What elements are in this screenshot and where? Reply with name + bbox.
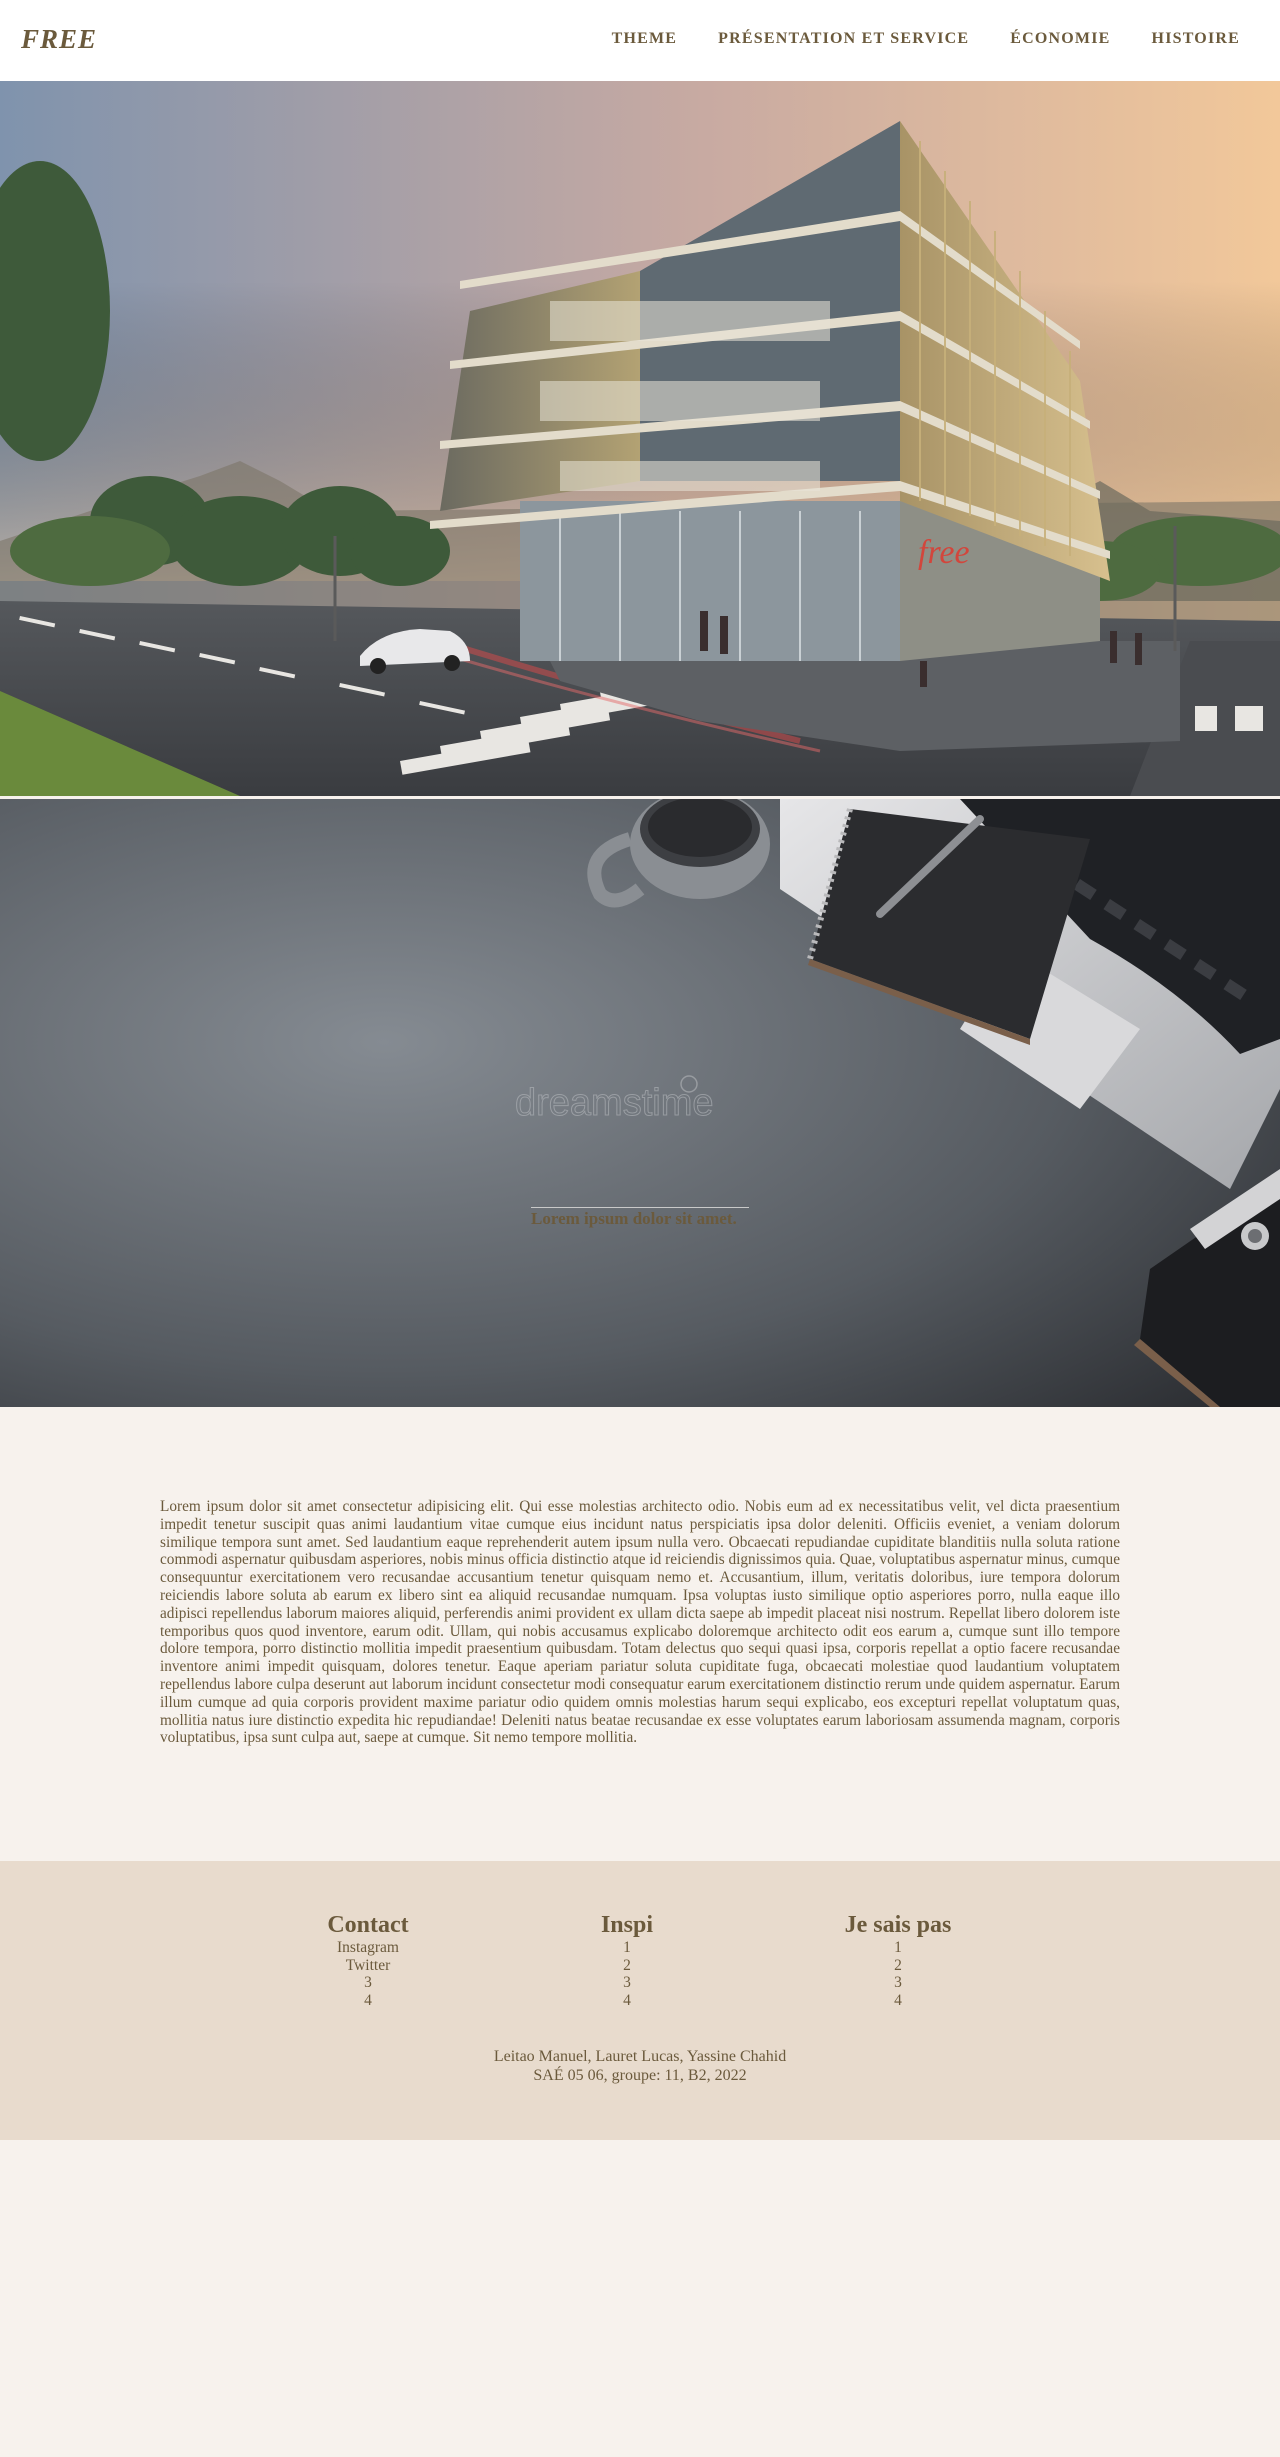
footer-list-item: 2 xyxy=(894,1956,902,1974)
footer-list-item: 2 xyxy=(623,1956,631,1974)
site-footer: Contact Instagram Twitter 3 4 Inspi 1 2 … xyxy=(0,1861,1280,2140)
nav-link-presentation[interactable]: PRÉSENTATION ET SERVICE xyxy=(718,30,969,48)
desk-caption: Lorem ipsum dolor sit amet. xyxy=(531,1209,737,1228)
footer-list: Instagram Twitter 3 4 xyxy=(318,1939,418,2010)
footer-link-twitter[interactable]: Twitter xyxy=(318,1957,418,1975)
footer-list: 1 2 3 4 xyxy=(823,1939,973,2010)
hero-building-image: free xyxy=(0,81,1280,796)
desk-image: dreamstime xyxy=(0,799,1280,1407)
main-nav: THEME PRÉSENTATION ET SERVICE ÉCONOMIE H… xyxy=(612,30,1240,48)
footer-column-title: Contact xyxy=(327,1912,409,1938)
site-logo[interactable]: FREE xyxy=(21,24,97,55)
footer-link-instagram[interactable]: Instagram xyxy=(318,1939,418,1957)
site-header: FREE THEME PRÉSENTATION ET SERVICE ÉCONO… xyxy=(0,0,1280,81)
credits-authors: Leitao Manuel, Lauret Lucas, Yassine Cha… xyxy=(493,2048,787,2065)
footer-list-item: 3 xyxy=(364,1974,372,1992)
nav-link-histoire[interactable]: HISTOIRE xyxy=(1152,30,1240,48)
footer-list-item: 1 xyxy=(894,1939,902,1956)
footer-list-item: 4 xyxy=(623,1992,631,2010)
footer-list-item: 3 xyxy=(623,1974,631,1992)
main-paragraph: Lorem ipsum dolor sit amet consectetur a… xyxy=(160,1498,1120,1747)
storefront-sign: free xyxy=(918,534,970,571)
footer-list-item: 4 xyxy=(364,1992,372,2010)
hero-illustration: free xyxy=(0,81,1280,796)
footer-column-title: Inspi xyxy=(600,1912,654,1938)
footer-column-contact: Contact Instagram Twitter 3 4 xyxy=(318,1911,418,2010)
desk-illustration: dreamstime xyxy=(0,799,1280,1407)
footer-column-title: Je sais pas xyxy=(844,1912,952,1938)
nav-link-theme[interactable]: THEME xyxy=(612,30,678,48)
credits-course: SAÉ 05 06, groupe: 11, B2, 2022 xyxy=(533,2067,747,2084)
footer-column-inspi: Inspi 1 2 3 4 xyxy=(577,1911,677,2010)
watermark-text: dreamstime xyxy=(515,1082,714,1124)
footer-list-item: 3 xyxy=(894,1974,902,1992)
footer-column-je-sais-pas: Je sais pas 1 2 3 4 xyxy=(823,1911,973,2010)
footer-list: 1 2 3 4 xyxy=(577,1939,677,2010)
nav-link-economie[interactable]: ÉCONOMIE xyxy=(1010,30,1110,48)
footer-credits: Leitao Manuel, Lauret Lucas, Yassine Cha… xyxy=(0,2047,1280,2085)
footer-list-item: 1 xyxy=(623,1939,631,1956)
footer-list-item: 4 xyxy=(894,1992,902,2010)
